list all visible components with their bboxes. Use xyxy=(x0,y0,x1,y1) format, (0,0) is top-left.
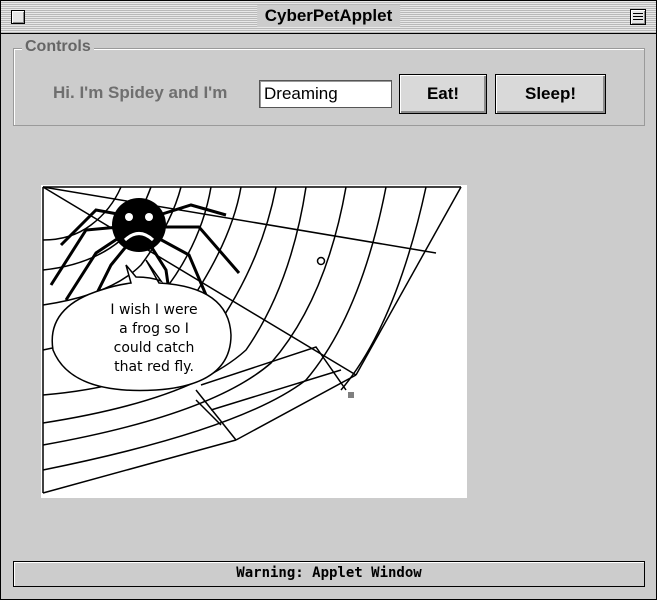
window-shade-icon[interactable] xyxy=(630,9,646,25)
fly-icon xyxy=(348,392,354,398)
close-box-icon[interactable] xyxy=(11,10,25,24)
status-bar: Warning: Applet Window xyxy=(13,561,645,587)
eat-button[interactable]: Eat! xyxy=(399,74,487,114)
pet-canvas: I wish I were a frog so I could catch th… xyxy=(41,185,467,498)
window-title: CyberPetApplet xyxy=(256,5,401,27)
pet-state-field[interactable]: Dreaming xyxy=(259,80,392,108)
sleep-button[interactable]: Sleep! xyxy=(495,74,606,114)
title-bar[interactable]: CyberPetApplet xyxy=(1,1,656,34)
web-knot-icon xyxy=(316,256,326,266)
controls-panel: Controls Hi. I'm Spidey and I'm Dreaming… xyxy=(13,38,645,126)
spider-web-scene xyxy=(42,186,462,494)
controls-legend: Controls xyxy=(22,38,94,56)
spider-face-icon xyxy=(112,198,166,252)
applet-warning-text: Warning: Applet Window xyxy=(236,565,422,581)
speech-bubble-text: I wish I were a frog so I could catch th… xyxy=(110,302,198,375)
applet-window: CyberPetApplet Controls Hi. I'm Spidey a… xyxy=(0,0,657,600)
pet-greeting-label: Hi. I'm Spidey and I'm xyxy=(53,83,228,102)
